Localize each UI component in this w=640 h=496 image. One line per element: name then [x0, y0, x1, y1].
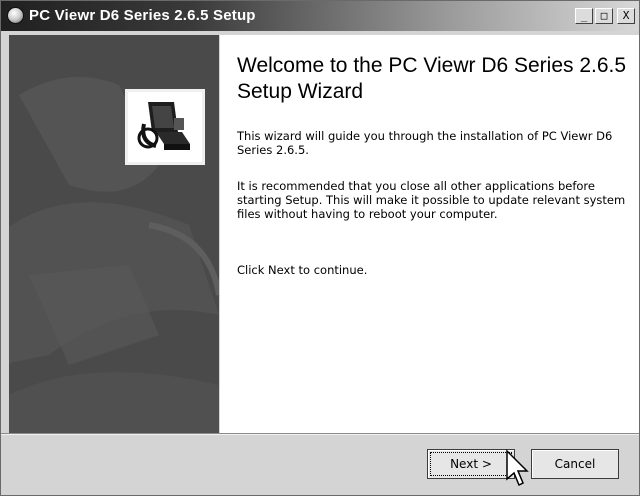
title-bar[interactable]: PC Viewr D6 Series 2.6.5 Setup _ □ X — [1, 1, 639, 31]
continue-instruction: Click Next to continue. — [237, 263, 368, 277]
recommendation-text: It is recommended that you close all oth… — [237, 179, 626, 221]
maximize-button[interactable]: □ — [595, 8, 613, 24]
close-button[interactable]: X — [617, 8, 635, 24]
intro-text: This wizard will guide you through the i… — [237, 129, 613, 157]
setup-window: PC Viewr D6 Series 2.6.5 Setup _ □ X Wel… — [0, 0, 640, 496]
wizard-sidebar-banner — [9, 35, 219, 433]
mouse-cursor-icon — [506, 449, 529, 487]
wizard-content: Welcome to the PC Viewr D6 Series 2.6.5 … — [220, 35, 639, 433]
footer-divider-highlight — [1, 434, 639, 435]
cancel-button[interactable]: Cancel — [531, 449, 619, 479]
app-icon — [7, 7, 24, 24]
installer-logo — [125, 89, 205, 165]
installer-logo-icon — [134, 98, 196, 156]
minimize-button[interactable]: _ — [575, 8, 593, 24]
wizard-heading: Welcome to the PC Viewr D6 Series 2.6.5 … — [237, 54, 627, 103]
next-button[interactable]: Next > — [427, 449, 515, 479]
window-title: PC Viewr D6 Series 2.6.5 Setup — [29, 7, 256, 24]
